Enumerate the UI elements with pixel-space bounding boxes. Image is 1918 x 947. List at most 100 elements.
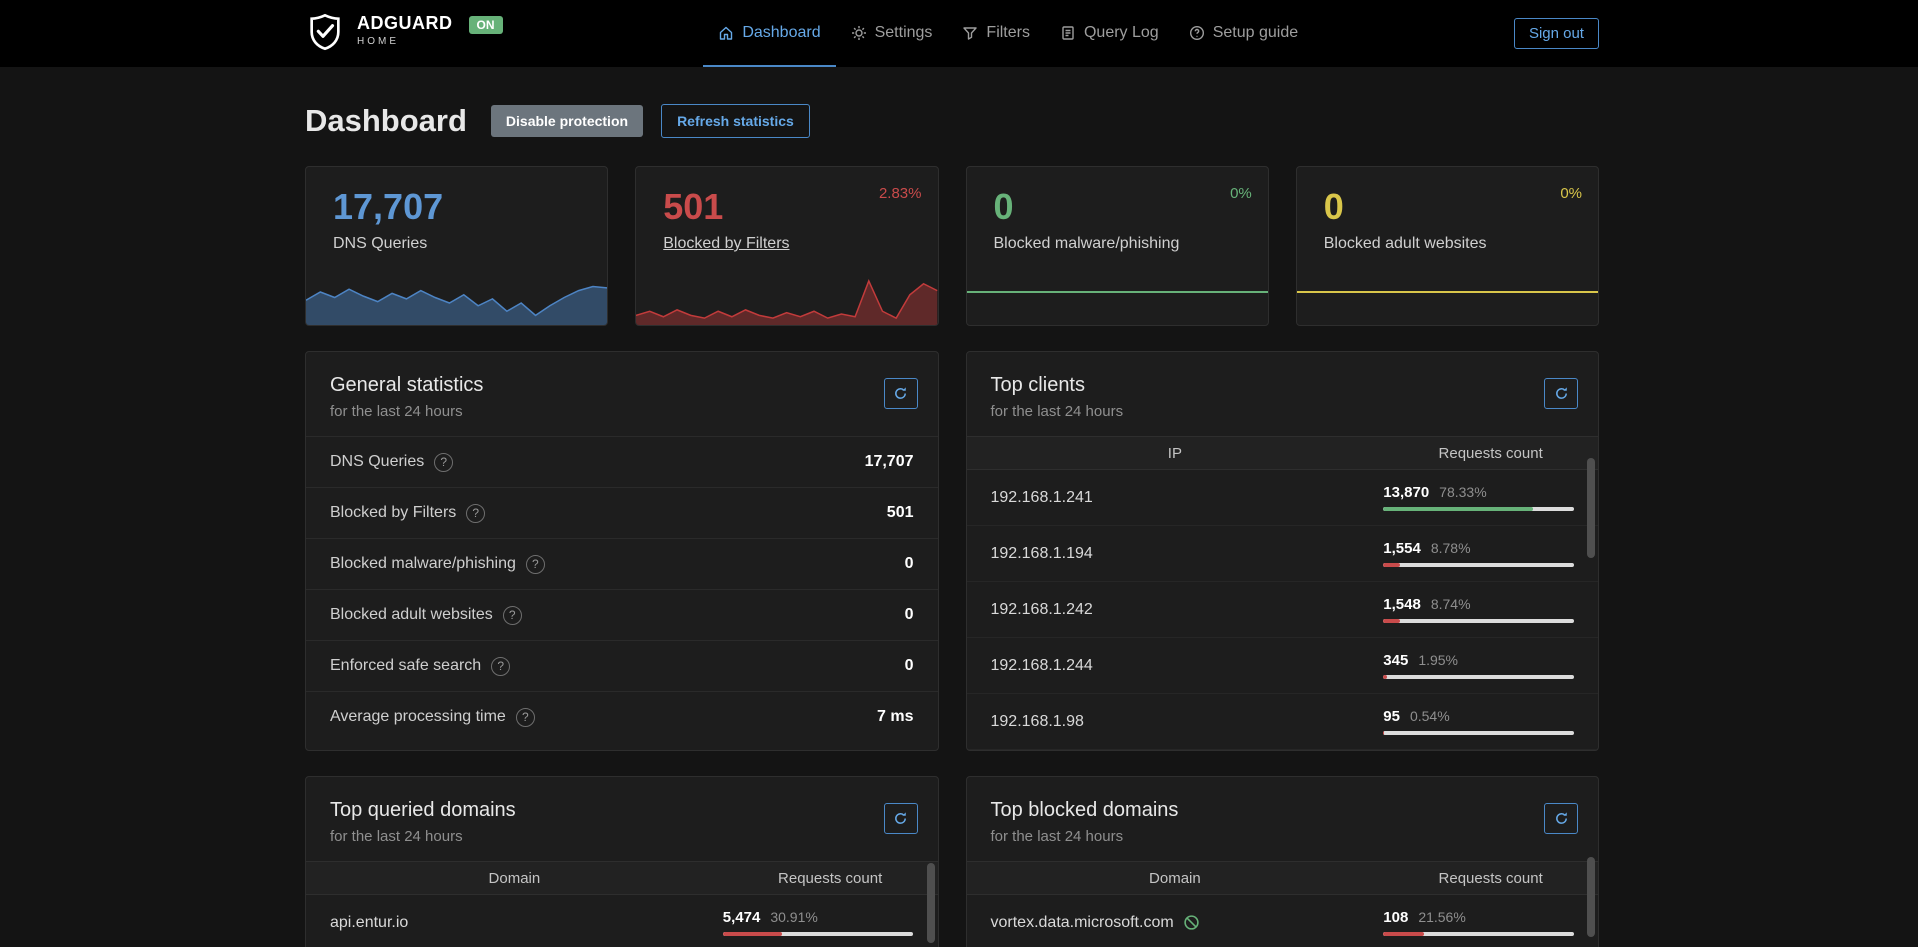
adguard-logo-icon xyxy=(305,12,345,57)
client-row: 192.168.1.98 950.54% xyxy=(967,694,1599,750)
app-header: ADGUARD HOME ON Dashboard Settings Filte… xyxy=(0,0,1918,67)
progress-fill xyxy=(723,932,782,936)
stat-card-dns-queries: 17,707 DNS Queries xyxy=(305,166,608,326)
nav-settings[interactable]: Settings xyxy=(836,0,948,67)
sign-out-button[interactable]: Sign out xyxy=(1514,18,1599,49)
dashboard-page: Dashboard Disable protection Refresh sta… xyxy=(305,103,1599,947)
panel-title: Top queried domains xyxy=(330,799,914,822)
refresh-icon xyxy=(893,386,908,401)
domain-row: api.entur.io 5,47430.91% xyxy=(306,895,938,947)
refresh-button[interactable] xyxy=(1544,803,1578,834)
help-icon[interactable]: ? xyxy=(503,606,522,625)
main-nav: Dashboard Settings Filters Query Log Set… xyxy=(703,0,1313,67)
scrollbar-thumb[interactable] xyxy=(1587,857,1595,937)
help-icon[interactable]: ? xyxy=(491,657,510,676)
client-ip[interactable]: 192.168.1.244 xyxy=(967,657,1384,675)
stat-value: 0 xyxy=(994,189,1268,225)
brand-name: ADGUARD xyxy=(357,14,453,34)
progress-fill xyxy=(1383,932,1424,936)
filter-icon xyxy=(962,25,978,41)
help-icon[interactable]: ? xyxy=(526,555,545,574)
stat-percent: 0% xyxy=(1560,185,1582,202)
client-row: 192.168.1.244 3451.95% xyxy=(967,638,1599,694)
brand: ADGUARD HOME ON xyxy=(305,10,503,57)
refresh-icon xyxy=(893,811,908,826)
stat-label: Blocked malware/phishing xyxy=(994,235,1268,253)
stat-value: 17,707 xyxy=(333,189,607,225)
stat-row: Blocked malware/phishing ? 0 xyxy=(306,538,938,589)
blocked-filters-sparkline xyxy=(636,270,937,325)
progress-bar xyxy=(1383,619,1574,623)
refresh-icon xyxy=(1554,386,1569,401)
stat-row: Enforced safe search ? 0 xyxy=(306,640,938,691)
refresh-button[interactable] xyxy=(884,378,918,409)
help-icon[interactable]: ? xyxy=(466,504,485,523)
panel-title: Top clients xyxy=(991,374,1575,397)
panel-title: Top blocked domains xyxy=(991,799,1575,822)
nav-query-log[interactable]: Query Log xyxy=(1045,0,1174,67)
panel-subtitle: for the last 24 hours xyxy=(330,828,914,845)
page-head: Dashboard Disable protection Refresh sta… xyxy=(305,103,1599,139)
client-ip[interactable]: 192.168.1.241 xyxy=(967,489,1384,507)
progress-bar xyxy=(1383,563,1574,567)
stat-label: DNS Queries xyxy=(333,235,607,253)
domain-name[interactable]: api.entur.io xyxy=(306,914,723,932)
refresh-button[interactable] xyxy=(1544,378,1578,409)
protection-status-badge: ON xyxy=(469,16,503,34)
progress-fill xyxy=(1383,507,1532,511)
blocked-domain-icon[interactable] xyxy=(1183,914,1200,931)
progress-fill xyxy=(1383,731,1384,735)
refresh-statistics-button[interactable]: Refresh statistics xyxy=(661,104,810,138)
stat-card-blocked-malware: 0% 0 Blocked malware/phishing xyxy=(966,166,1269,326)
stat-label: Blocked adult websites xyxy=(1324,235,1598,253)
stat-row: Blocked by Filters ? 501 xyxy=(306,487,938,538)
client-ip[interactable]: 192.168.1.242 xyxy=(967,601,1384,619)
blocked-malware-sparkline xyxy=(967,270,1268,325)
panel-subtitle: for the last 24 hours xyxy=(991,828,1575,845)
client-row: 192.168.1.241 13,87078.33% xyxy=(967,470,1599,526)
stat-value: 0 xyxy=(1324,189,1598,225)
domain-row: vortex.data.microsoft.com 10821.56% xyxy=(967,895,1599,947)
client-ip[interactable]: 192.168.1.194 xyxy=(967,545,1384,563)
stat-card-blocked-by-filters: 2.83% 501 Blocked by Filters xyxy=(635,166,938,326)
panel-title: General statistics xyxy=(330,374,914,397)
nav-setup-guide[interactable]: Setup guide xyxy=(1174,0,1313,67)
general-statistics-card: General statistics for the last 24 hours… xyxy=(305,351,939,751)
query-log-icon xyxy=(1060,25,1076,41)
table-header: IP Requests count xyxy=(967,436,1599,470)
client-ip[interactable]: 192.168.1.98 xyxy=(967,713,1384,731)
progress-bar xyxy=(1383,731,1574,735)
brand-sub: HOME xyxy=(357,36,453,47)
table-header: Domain Requests count xyxy=(306,861,938,895)
progress-fill xyxy=(1383,619,1400,623)
stat-cards: 17,707 DNS Queries 2.83% 501 Blocked by … xyxy=(305,166,1599,326)
stat-percent: 2.83% xyxy=(879,185,922,202)
progress-fill xyxy=(1383,563,1400,567)
refresh-button[interactable] xyxy=(884,803,918,834)
scrollbar-thumb[interactable] xyxy=(927,863,935,943)
top-blocked-domains-card: Top blocked domains for the last 24 hour… xyxy=(966,776,1600,947)
nav-filters[interactable]: Filters xyxy=(947,0,1045,67)
panel-subtitle: for the last 24 hours xyxy=(330,403,914,420)
blocked-by-filters-link[interactable]: Blocked by Filters xyxy=(663,235,937,253)
blocked-adult-sparkline xyxy=(1297,270,1598,325)
progress-bar xyxy=(1383,507,1574,511)
client-row: 192.168.1.242 1,5488.74% xyxy=(967,582,1599,638)
progress-bar xyxy=(1383,675,1574,679)
client-row: 192.168.1.194 1,5548.78% xyxy=(967,526,1599,582)
scrollbar-thumb[interactable] xyxy=(1587,458,1595,558)
stat-percent: 0% xyxy=(1230,185,1252,202)
help-icon[interactable]: ? xyxy=(516,708,535,727)
help-icon[interactable]: ? xyxy=(434,453,453,472)
panel-subtitle: for the last 24 hours xyxy=(991,403,1575,420)
nav-dashboard[interactable]: Dashboard xyxy=(703,0,835,67)
progress-bar xyxy=(723,932,914,936)
top-clients-card: Top clients for the last 24 hours IP Req… xyxy=(966,351,1600,751)
domain-name[interactable]: vortex.data.microsoft.com xyxy=(991,914,1174,932)
stat-row: DNS Queries ? 17,707 xyxy=(306,436,938,487)
disable-protection-button[interactable]: Disable protection xyxy=(491,105,643,137)
dns-queries-sparkline xyxy=(306,270,607,325)
progress-bar xyxy=(1383,932,1574,936)
progress-fill xyxy=(1383,675,1387,679)
page-title: Dashboard xyxy=(305,103,467,139)
